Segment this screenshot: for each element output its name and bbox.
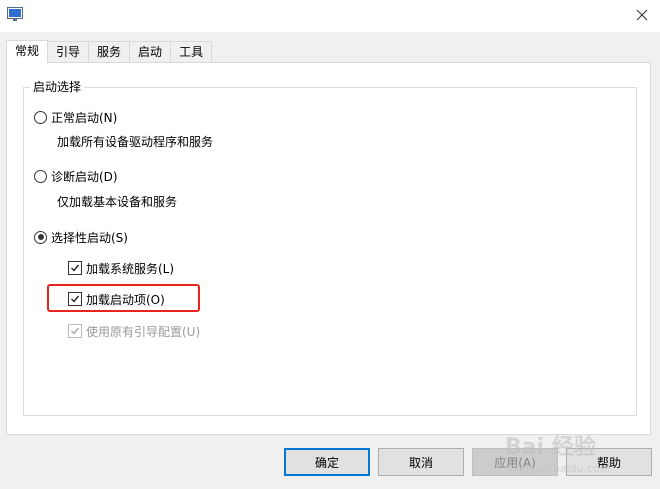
- tab-tools[interactable]: 工具: [170, 41, 213, 62]
- normal-startup-description: 加载所有设备驱动程序和服务: [57, 135, 214, 149]
- diagnostic-startup-radio-row[interactable]: 诊断启动(D): [34, 167, 118, 185]
- normal-startup-radio-row[interactable]: 正常启动(N): [34, 108, 117, 126]
- diagnostic-startup-description: 仅加载基本设备和服务: [57, 195, 178, 209]
- tab-boot[interactable]: 引导: [47, 41, 90, 62]
- load-system-services-row[interactable]: 加载系统服务(L): [68, 259, 174, 277]
- help-button[interactable]: 帮助: [566, 448, 652, 476]
- use-original-boot-config-label: 使用原有引导配置(U): [86, 324, 201, 339]
- checkmark-icon: [71, 264, 80, 272]
- normal-startup-radio[interactable]: [34, 110, 47, 124]
- tab-services[interactable]: 服务: [88, 41, 131, 62]
- close-button[interactable]: [624, 0, 660, 30]
- load-system-services-checkbox[interactable]: [68, 261, 82, 275]
- highlight-annotation: [47, 284, 200, 312]
- title-bar: [0, 0, 660, 32]
- diagnostic-startup-label: 诊断启动(D): [51, 169, 118, 184]
- cancel-button[interactable]: 取消: [378, 448, 464, 476]
- tab-general[interactable]: 常规: [6, 40, 49, 63]
- checkmark-icon: [71, 327, 80, 335]
- selective-startup-label: 选择性启动(S): [51, 230, 128, 245]
- ok-button[interactable]: 确定: [284, 448, 370, 476]
- apply-button: 应用(A): [472, 448, 558, 476]
- selective-startup-radio-row[interactable]: 选择性启动(S): [34, 228, 128, 246]
- msconfig-app-icon: [7, 7, 23, 21]
- group-title: 启动选择: [30, 80, 85, 94]
- use-original-boot-config-row: 使用原有引导配置(U): [68, 322, 200, 340]
- diagnostic-startup-radio[interactable]: [34, 169, 47, 183]
- close-icon: [636, 9, 648, 21]
- load-system-services-label: 加载系统服务(L): [86, 261, 175, 276]
- normal-startup-label: 正常启动(N): [51, 110, 118, 125]
- selective-startup-radio[interactable]: [34, 230, 47, 244]
- tab-bar: 常规 引导 服务 启动 工具: [6, 40, 213, 63]
- use-original-boot-config-checkbox: [68, 324, 82, 338]
- tab-startup[interactable]: 启动: [129, 41, 172, 62]
- window-body: 常规 引导 服务 启动 工具 启动选择 正常启动(N) 加载所有设备驱动程序和服…: [0, 32, 660, 489]
